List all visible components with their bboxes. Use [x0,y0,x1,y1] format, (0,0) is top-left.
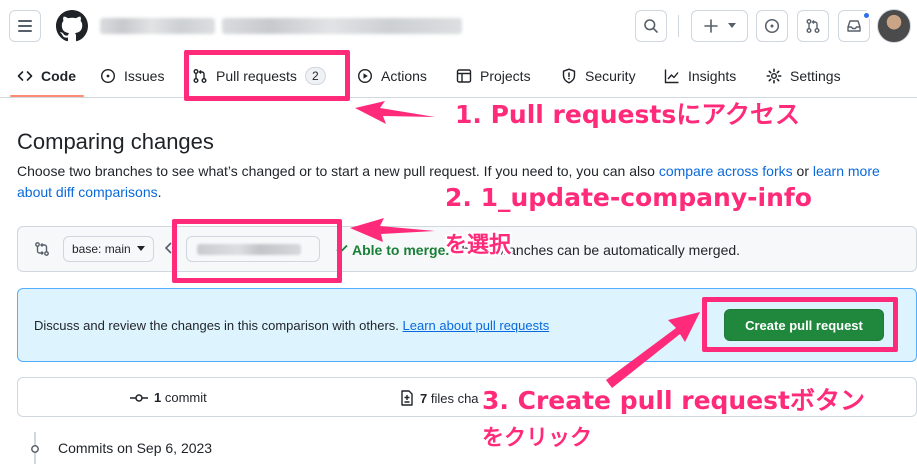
highlight-compare-branch [172,219,342,283]
inbox-icon [847,20,861,32]
file-diff-icon [401,390,413,406]
desc-or: or [792,163,813,179]
commits-on-date: Commits on Sep 6, 2023 [58,440,213,456]
tab-security[interactable]: Security [561,65,636,87]
tab-insights-label: Insights [688,68,737,84]
annotation-step3-line1: 3. Create pull requestボタン [482,386,866,415]
graph-icon [664,69,679,84]
git-commit-icon [31,445,39,453]
tab-projects[interactable]: Projects [456,65,531,87]
merge-status: Able to merge. These branches can be aut… [352,242,740,258]
highlight-create-button [702,297,898,352]
header-separator [678,15,679,37]
active-tab-underline [10,95,84,97]
tab-settings-label: Settings [790,68,841,84]
avatar[interactable] [877,9,911,43]
issue-icon [764,18,780,34]
tab-insights[interactable]: Insights [664,65,736,87]
base-branch-select[interactable]: base: main [63,236,154,262]
issue-opened-icon [100,68,116,84]
notification-dot [862,11,871,20]
highlight-pull-requests-tab [184,50,350,101]
files-stat-text: 7 files cha [420,391,479,406]
tab-actions[interactable]: Actions [357,65,427,87]
git-compare-icon[interactable] [34,241,50,257]
repo-name-blurred[interactable] [222,18,462,34]
pull-request-icon [806,19,820,33]
compare-across-forks-link[interactable]: compare across forks [659,163,793,179]
tab-issues[interactable]: Issues [100,65,164,87]
github-logo-icon[interactable] [56,10,88,42]
hamburger-menu-icon[interactable] [9,10,41,42]
base-branch-label: base: main [72,242,131,256]
learn-about-pull-requests-link[interactable]: Learn about pull requests [403,318,550,333]
global-header [0,0,917,56]
annotation-step1: 1. Pull requestsにアクセス [455,100,800,129]
search-button[interactable] [635,10,667,42]
tab-security-label: Security [585,68,636,84]
commits-label: commit [161,390,207,405]
tab-code[interactable]: Code [17,65,76,87]
shield-icon [562,68,576,84]
arrow-step1 [355,101,435,124]
able-to-merge-label: Able to merge. [352,242,450,258]
issues-button[interactable] [756,10,788,42]
caret-down-icon [136,246,145,251]
repo-nav: Code Issues Pull requests 2 Actions Proj… [0,56,917,98]
annotation-step2-line2: を選択 [445,233,512,258]
create-new-button[interactable] [691,10,748,42]
files-label: files cha [427,390,479,406]
annotation-step2-line1: 2. 1_update-company-info [445,183,812,212]
tab-settings[interactable]: Settings [766,65,841,87]
plus-icon [703,19,718,33]
commits-stat[interactable]: 1 commit [130,390,207,405]
git-commit-icon [130,393,148,402]
repo-owner-blurred[interactable] [100,18,215,34]
gear-icon [766,68,782,84]
tab-projects-label: Projects [480,68,531,84]
annotation-step3-line2: をクリック [482,426,593,451]
play-icon [357,68,373,84]
discuss-text: Discuss and review the changes in this c… [34,318,549,333]
files-changed-stat[interactable]: 7 files cha [400,390,479,406]
commits-stat-text: 1 commit [154,390,207,405]
search-icon [644,19,658,33]
discuss-text-label: Discuss and review the changes in this c… [34,318,403,333]
caret-down-icon [727,23,736,28]
table-icon [456,69,472,83]
desc-text: Choose two branches to see what’s change… [17,163,659,179]
tab-issues-label: Issues [124,68,165,84]
desc-end: . [157,184,162,200]
pull-requests-button[interactable] [797,10,829,42]
code-icon [17,71,33,81]
tab-actions-label: Actions [381,68,427,84]
tab-code-label: Code [41,68,76,84]
page-title: Comparing changes [17,129,214,154]
